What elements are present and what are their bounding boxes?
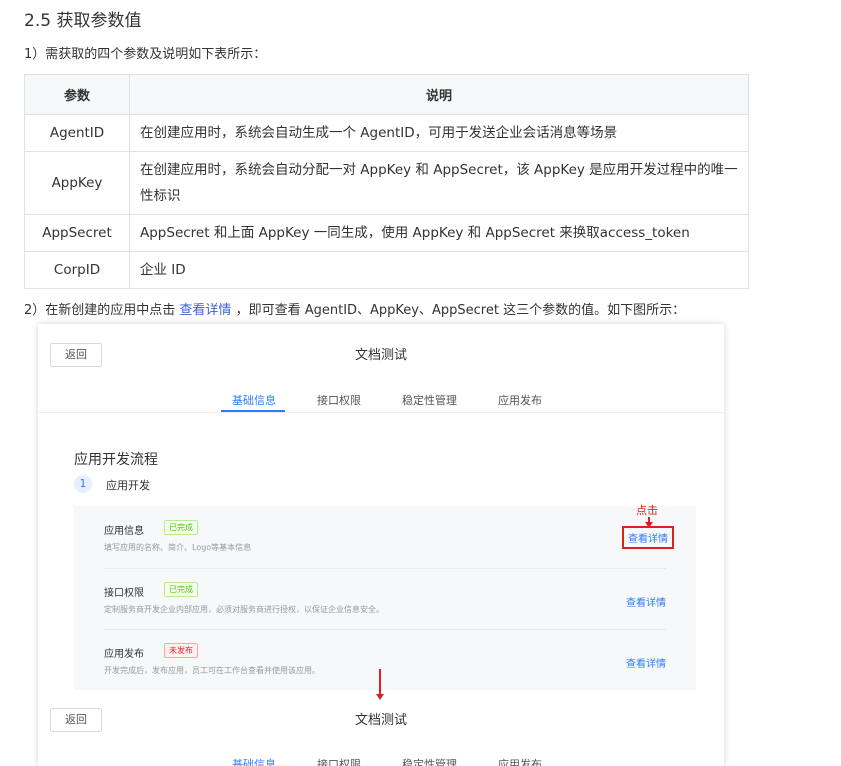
status-badge: 已完成 (164, 520, 198, 535)
app-screenshot: 返回 文档测试 基础信息 接口权限 稳定性管理 应用发布 应用开发流程 1 应用… (38, 324, 724, 766)
status-badge: 已完成 (164, 582, 198, 597)
tab-bar: 基础信息 接口权限 稳定性管理 应用发布 (38, 756, 724, 766)
row-desc: 开发完成后，发布应用，员工可在工作台查看并使用该应用。 (104, 666, 320, 675)
param-name: AgentID (24, 114, 130, 152)
header-param: 参数 (24, 74, 130, 115)
tab-publish[interactable]: 应用发布 (498, 392, 542, 408)
table-row: AgentID 在创建应用时，系统会自动生成一个 AgentID，可用于发送企业… (24, 114, 749, 152)
row-title: 接口权限 (104, 588, 144, 599)
header-divider (38, 412, 724, 413)
param-desc: 企业 ID (129, 251, 749, 289)
list-item: 应用发布 未发布 开发完成后，发布应用，员工可在工作台查看并使用该应用。 查看详… (74, 629, 696, 689)
list-item: 接口权限 已完成 定制服务商开发企业内部应用，必须对服务商进行授权，以保证企业信… (74, 568, 696, 628)
row-title: 应用信息 (104, 526, 144, 537)
flow-title: 应用开发流程 (74, 452, 158, 468)
click-arrow-head-icon (645, 522, 653, 528)
app-title: 文档测试 (354, 348, 407, 363)
tab-stability[interactable]: 稳定性管理 (402, 756, 457, 766)
header-desc: 说明 (129, 74, 749, 115)
param-name: CorpID (24, 251, 130, 289)
param-name: AppKey (24, 151, 130, 215)
tab-publish[interactable]: 应用发布 (498, 756, 542, 766)
app-title: 文档测试 (354, 713, 407, 728)
view-details-button[interactable]: 查看详情 (622, 526, 674, 549)
param-desc: 在创建应用时，系统会自动分配一对 AppKey 和 AppSecret，该 Ap… (129, 151, 749, 215)
step-label: 应用开发 (106, 479, 150, 492)
row-desc: 填写应用的名称、简介、Logo等基本信息 (104, 543, 252, 552)
dev-flow-panel: 应用信息 已完成 填写应用的名称、简介、Logo等基本信息 查看详情 接口权限 … (74, 506, 696, 690)
list-item: 应用信息 已完成 填写应用的名称、简介、Logo等基本信息 查看详情 (74, 506, 696, 566)
down-arrow-icon (379, 669, 381, 695)
parameters-table: 参数 说明 AgentID 在创建应用时，系统会自动生成一个 AgentID，可… (24, 74, 749, 289)
view-details-link[interactable]: 查看详情 (179, 303, 231, 318)
tab-bar: 基础信息 接口权限 稳定性管理 应用发布 (38, 392, 724, 422)
tab-basic-info[interactable]: 基础信息 (232, 756, 276, 766)
tab-stability[interactable]: 稳定性管理 (402, 392, 457, 408)
step2-prefix: 2）在新创建的应用中点击 (24, 303, 176, 318)
row-desc: 定制服务商开发企业内部应用，必须对服务商进行授权，以保证企业信息安全。 (104, 605, 384, 614)
section-heading: 2.5 获取参数值 (24, 11, 142, 31)
tab-api-permissions[interactable]: 接口权限 (317, 756, 361, 766)
status-badge: 未发布 (164, 643, 198, 658)
view-details-button[interactable]: 查看详情 (626, 594, 666, 609)
tab-basic-info[interactable]: 基础信息 (232, 392, 276, 408)
step2-text: 2）在新创建的应用中点击 查看详情 ，即可查看 AgentID、AppKey、A… (24, 299, 685, 318)
down-arrow-head-icon (376, 694, 384, 700)
table-header-row: 参数 说明 (24, 74, 749, 115)
intro-text: 1）需获取的四个参数及说明如下表所示： (24, 47, 267, 62)
param-name: AppSecret (24, 214, 130, 252)
tab-api-permissions[interactable]: 接口权限 (317, 392, 361, 408)
step2-suffix: ，即可查看 AgentID、AppKey、AppSecret 这三个参数的值。如… (235, 303, 686, 318)
param-desc: AppSecret 和上面 AppKey 一同生成，使用 AppKey 和 Ap… (129, 214, 749, 252)
view-details-button[interactable]: 查看详情 (626, 655, 666, 670)
step-number: 1 (74, 475, 92, 493)
param-desc: 在创建应用时，系统会自动生成一个 AgentID，可用于发送企业会话消息等场景 (129, 114, 749, 152)
table-row: AppKey 在创建应用时，系统会自动分配一对 AppKey 和 AppSecr… (24, 151, 749, 215)
table-row: CorpID 企业 ID (24, 251, 749, 289)
table-row: AppSecret AppSecret 和上面 AppKey 一同生成，使用 A… (24, 214, 749, 252)
row-title: 应用发布 (104, 649, 144, 660)
click-annotation: 点击 (636, 504, 658, 517)
